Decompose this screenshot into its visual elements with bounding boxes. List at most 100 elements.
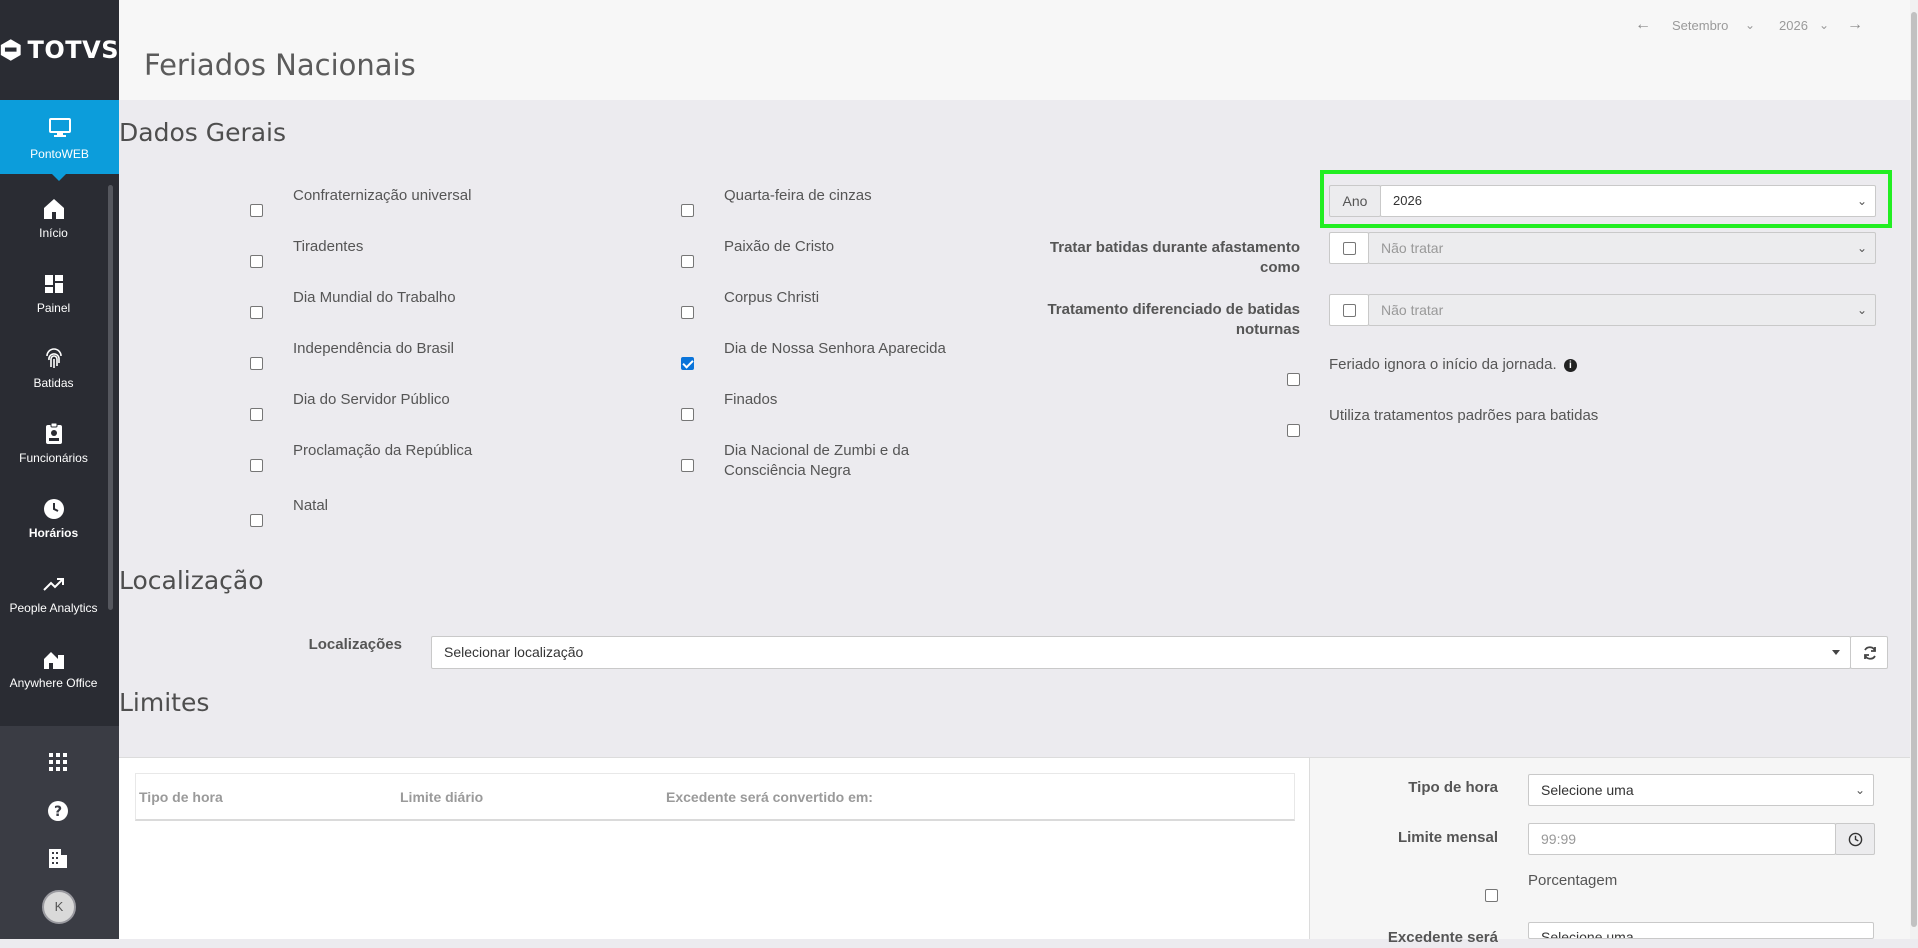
checkbox-label: Dia Mundial do Trabalho: [293, 289, 456, 306]
sidebar-item-label: Horários: [28, 526, 79, 540]
limite-mensal-input[interactable]: 99:99: [1528, 823, 1836, 855]
ano-select[interactable]: 2026 ⌄: [1380, 185, 1876, 217]
checkbox-label: Corpus Christi: [724, 289, 820, 306]
limite-mensal-label: Limite mensal: [1397, 829, 1498, 846]
page-scrollbar-thumb[interactable]: [1911, 12, 1917, 927]
checkbox-quarta-cinzas[interactable]: [681, 204, 694, 217]
chevron-down-icon: ⌄: [1856, 241, 1867, 255]
apps-grid-icon[interactable]: [46, 750, 70, 774]
column-header-tipo-hora[interactable]: Tipo de hora: [139, 789, 223, 805]
tratar-afastamento-value: Não tratar: [1381, 240, 1444, 256]
checkbox-tiradentes[interactable]: [250, 255, 263, 268]
sidebar-item-people-analytics[interactable]: People Analytics: [0, 572, 107, 615]
excedente-select[interactable]: Selecione uma: [1528, 922, 1874, 939]
section-title-dados-gerais: Dados Gerais: [119, 118, 287, 147]
chevron-down-icon: ⌄: [1856, 303, 1867, 317]
tipo-hora-select[interactable]: Selecione uma ⌄: [1528, 774, 1874, 806]
dashboard-icon: [44, 275, 63, 293]
excedente-label: Excedente será: [1387, 929, 1498, 946]
help-icon[interactable]: ?: [46, 799, 70, 823]
tratar-afastamento-checkbox[interactable]: [1343, 242, 1356, 255]
page-scrollbar[interactable]: [1910, 0, 1918, 939]
building-icon[interactable]: [46, 846, 70, 870]
localizacao-select[interactable]: Selecionar localização: [431, 636, 1851, 669]
checkbox-label: Paixão de Cristo: [724, 238, 835, 255]
sidebar-item-pontoweb[interactable]: PontoWEB: [0, 100, 119, 181]
checkbox-paixao-cristo[interactable]: [681, 255, 694, 268]
sidebar-item-painel[interactable]: Painel: [0, 272, 107, 315]
section-title-limites: Limites: [119, 688, 210, 717]
sidebar-item-horarios[interactable]: Horários: [0, 497, 107, 540]
clock-icon: [43, 499, 64, 519]
checkbox-servidor-publico[interactable]: [250, 408, 263, 421]
tratamento-noturnas-select[interactable]: Não tratar ⌄: [1368, 294, 1876, 326]
refresh-icon: [1864, 646, 1876, 660]
checkbox-nossa-senhora-aparecida[interactable]: [681, 357, 694, 370]
avatar[interactable]: K: [42, 890, 76, 924]
porcentagem-checkbox[interactable]: [1485, 889, 1498, 902]
checkbox-dia-trabalho[interactable]: [250, 306, 263, 319]
time-picker-button[interactable]: [1835, 823, 1875, 855]
checkbox-confraternizacao[interactable]: [250, 204, 263, 217]
checkbox-label: Finados: [724, 391, 778, 408]
tratamento-noturnas-checkbox[interactable]: [1343, 304, 1356, 317]
tipo-hora-value: Selecione uma: [1541, 782, 1634, 798]
tratamentos-padroes-label: Utiliza tratamentos padrões para batidas: [1329, 407, 1599, 424]
section-title-localizacao: Localização: [119, 566, 264, 595]
ignora-jornada-label: Feriado ignora o início da jornada. i: [1329, 355, 1577, 375]
tratar-afastamento-label: Tratar batidas durante afastamento como: [1049, 239, 1300, 276]
checkbox-label: Dia de Nossa Senhora Aparecida: [724, 340, 946, 357]
chevron-down-icon: ⌄: [1854, 783, 1865, 797]
checkbox-finados[interactable]: [681, 408, 694, 421]
year-select[interactable]: 2026: [1779, 18, 1808, 33]
totvs-logo[interactable]: TOTVS: [0, 0, 119, 100]
sidebar-item-label: Funcionários: [19, 451, 88, 465]
ignora-jornada-checkbox[interactable]: [1287, 373, 1300, 386]
fingerprint-icon: [45, 348, 62, 368]
tratamento-noturnas-value: Não tratar: [1381, 302, 1444, 318]
ano-value: 2026: [1393, 193, 1422, 208]
tratar-afastamento-select[interactable]: Não tratar ⌄: [1368, 232, 1876, 264]
info-icon[interactable]: i: [1563, 358, 1577, 372]
sidebar-item-label: Anywhere Office: [9, 676, 98, 690]
sidebar-scrollbar[interactable]: [108, 185, 113, 610]
checkbox-label: Natal: [293, 497, 329, 514]
chevron-down-icon[interactable]: ⌄: [1819, 18, 1829, 32]
checkbox-zumbi[interactable]: [681, 459, 694, 472]
localizacoes-label: Localizações: [308, 636, 402, 653]
page-title: Feriados Nacionais: [144, 48, 416, 82]
column-header-excedente[interactable]: Excedente será convertido em:: [666, 789, 873, 805]
checkbox-label: Dia Nacional de Zumbi e da Consciência N…: [724, 442, 910, 479]
sidebar-item-label: Batidas: [33, 376, 74, 390]
sidebar: TOTVS PontoWEB Início Painel Batidas Fun…: [0, 0, 119, 939]
checkbox-proclamacao[interactable]: [250, 459, 263, 472]
sidebar-item-anywhere-office[interactable]: Anywhere Office: [0, 647, 107, 690]
column-header-limite-diario[interactable]: Limite diário: [400, 789, 483, 805]
tratar-afastamento-checkbox-addon: [1329, 232, 1369, 264]
refresh-button[interactable]: [1850, 636, 1888, 669]
checkbox-label: Tiradentes: [293, 238, 364, 255]
limite-mensal-placeholder: 99:99: [1541, 831, 1577, 847]
localizacao-placeholder: Selecionar localização: [444, 644, 584, 660]
sidebar-item-label: Painel: [36, 301, 71, 315]
checkbox-corpus-christi[interactable]: [681, 306, 694, 319]
arrow-left-icon[interactable]: ←: [1635, 16, 1651, 34]
tratamentos-padroes-checkbox[interactable]: [1287, 424, 1300, 437]
sidebar-item-inicio[interactable]: Início: [0, 197, 107, 240]
sidebar-item-batidas[interactable]: Batidas: [0, 347, 107, 390]
sidebar-item-funcionarios[interactable]: Funcionários: [0, 422, 107, 465]
chevron-down-icon[interactable]: ⌄: [1745, 18, 1755, 32]
checkbox-natal[interactable]: [250, 514, 263, 527]
month-select[interactable]: Setembro: [1672, 18, 1728, 33]
monitor-icon: [48, 118, 71, 137]
sidebar-item-label: Início: [39, 226, 68, 240]
arrow-right-icon[interactable]: →: [1847, 16, 1863, 34]
clock-icon: [1848, 832, 1863, 847]
checkbox-label: Dia do Servidor Público: [293, 391, 450, 408]
checkbox-independencia[interactable]: [250, 357, 263, 370]
caret-down-icon: [1832, 650, 1840, 655]
excedente-value: Selecione uma: [1541, 929, 1634, 939]
sidebar-item-label: People Analytics: [9, 601, 98, 615]
checkbox-label: Independência do Brasil: [293, 340, 454, 357]
home-icon: [43, 199, 64, 219]
